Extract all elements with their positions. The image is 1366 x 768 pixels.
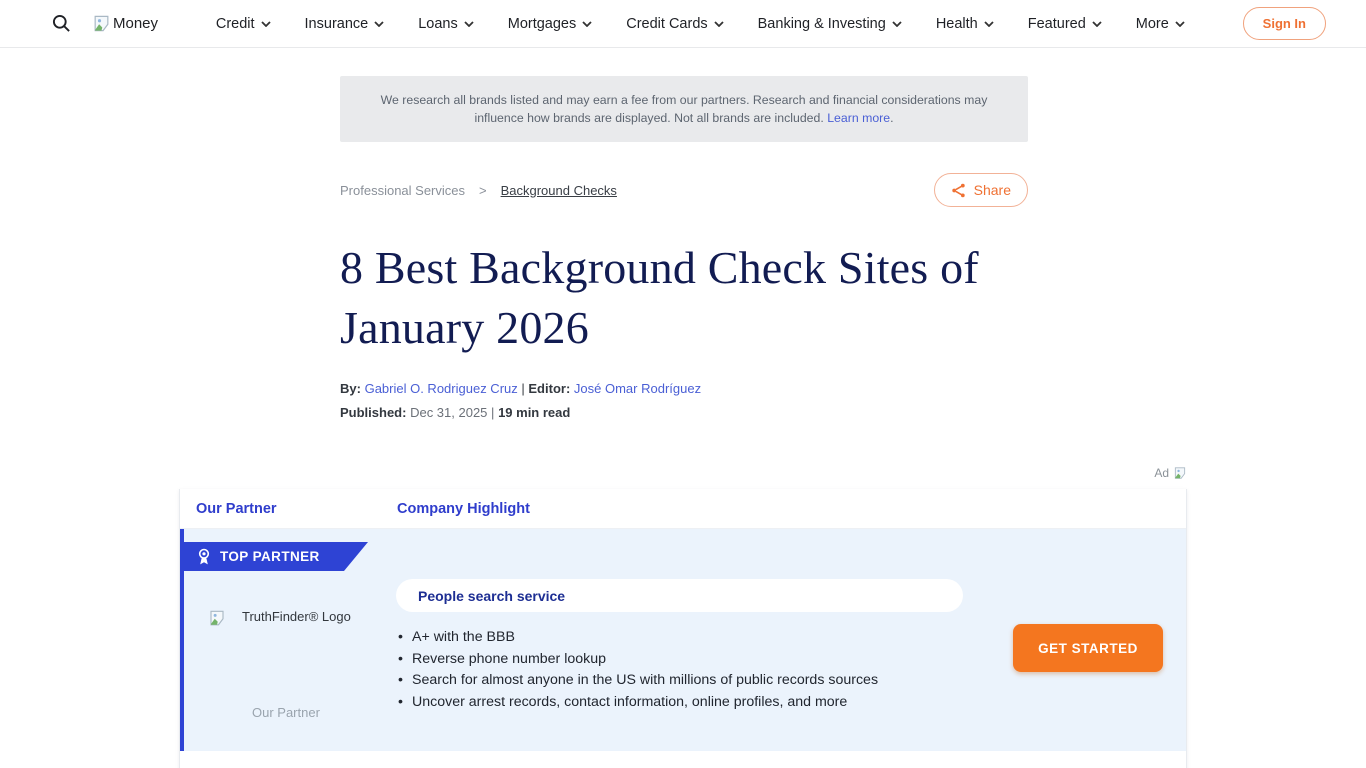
primary-nav: Credit Insurance Loans Mortgages Credit … bbox=[158, 16, 1243, 32]
nav-item-insurance[interactable]: Insurance bbox=[305, 16, 385, 32]
chevron-down-icon bbox=[1175, 21, 1185, 27]
broken-image-icon bbox=[1173, 466, 1187, 480]
partner-logo[interactable]: TruthFinder® Logo bbox=[208, 609, 351, 627]
nav-label: Insurance bbox=[305, 16, 369, 32]
editor-link[interactable]: José Omar Rodríguez bbox=[574, 381, 701, 396]
chevron-down-icon bbox=[374, 21, 384, 27]
breadcrumb-row: Professional Services > Background Check… bbox=[340, 172, 1028, 208]
nav-label: More bbox=[1136, 16, 1169, 32]
nav-label: Loans bbox=[418, 16, 458, 32]
sign-in-button[interactable]: Sign In bbox=[1243, 7, 1326, 40]
published-line: Published: Dec 31, 2025 | 19 min read bbox=[340, 404, 1028, 422]
nav-label: Credit bbox=[216, 16, 255, 32]
search-icon[interactable] bbox=[50, 13, 72, 35]
chevron-down-icon bbox=[714, 21, 724, 27]
published-label: Published: bbox=[340, 405, 406, 420]
read-time: 19 min read bbox=[498, 405, 570, 420]
breadcrumb-professional-services[interactable]: Professional Services bbox=[340, 183, 465, 198]
nav-item-more[interactable]: More bbox=[1136, 16, 1185, 32]
nav-label: Health bbox=[936, 16, 978, 32]
nav-item-mortgages[interactable]: Mortgages bbox=[508, 16, 593, 32]
partner-table-header: Our Partner Company Highlight bbox=[180, 489, 1186, 529]
medal-icon bbox=[197, 548, 211, 566]
chevron-down-icon bbox=[984, 21, 994, 27]
published-divider: | bbox=[491, 405, 494, 420]
site-logo[interactable]: Money bbox=[92, 14, 158, 33]
by-label: By: bbox=[340, 381, 361, 396]
next-partner-row-partial bbox=[180, 751, 1186, 768]
nav-item-credit[interactable]: Credit bbox=[216, 16, 271, 32]
disclosure-text: We research all brands listed and may ea… bbox=[381, 93, 988, 125]
article-column: We research all brands listed and may ea… bbox=[340, 76, 1028, 422]
ad-label-row: Ad bbox=[179, 464, 1187, 481]
chevron-down-icon bbox=[464, 21, 474, 27]
page-title: 8 Best Background Check Sites of January… bbox=[340, 238, 1028, 358]
top-partner-badge: TOP PARTNER bbox=[180, 542, 368, 571]
chevron-down-icon bbox=[892, 21, 902, 27]
nav-label: Featured bbox=[1028, 16, 1086, 32]
top-partner-label: TOP PARTNER bbox=[220, 549, 320, 564]
top-partner-row: TOP PARTNER TruthFinder® Logo Our Partne… bbox=[180, 529, 1186, 751]
share-icon bbox=[951, 183, 966, 198]
share-button[interactable]: Share bbox=[934, 173, 1028, 207]
learn-more-link[interactable]: Learn more bbox=[827, 111, 890, 125]
logo-alt-text: Money bbox=[113, 15, 158, 32]
breadcrumb: Professional Services > Background Check… bbox=[340, 183, 617, 198]
ad-label: Ad bbox=[1154, 466, 1169, 480]
highlight-bullet: A+ with the BBB bbox=[396, 627, 996, 649]
highlight-bullet: Search for almost anyone in the US with … bbox=[396, 670, 996, 692]
nav-label: Mortgages bbox=[508, 16, 577, 32]
highlight-bullet-list: A+ with the BBB Reverse phone number loo… bbox=[396, 627, 996, 713]
share-label: Share bbox=[974, 182, 1011, 198]
nav-item-health[interactable]: Health bbox=[936, 16, 994, 32]
nav-item-featured[interactable]: Featured bbox=[1028, 16, 1102, 32]
column-header-company-highlight: Company Highlight bbox=[397, 501, 530, 517]
broken-image-icon bbox=[92, 14, 111, 33]
breadcrumb-background-checks[interactable]: Background Checks bbox=[501, 183, 617, 198]
get-started-button[interactable]: GET STARTED bbox=[1013, 624, 1163, 672]
chevron-down-icon bbox=[1092, 21, 1102, 27]
top-navigation-bar: Money Credit Insurance Loans Mortgages C… bbox=[0, 0, 1366, 48]
advertiser-disclosure: We research all brands listed and may ea… bbox=[340, 76, 1028, 142]
page: Money Credit Insurance Loans Mortgages C… bbox=[0, 0, 1366, 768]
editor-label: Editor: bbox=[528, 381, 570, 396]
nav-item-banking-investing[interactable]: Banking & Investing bbox=[758, 16, 902, 32]
published-date: Dec 31, 2025 bbox=[410, 405, 487, 420]
magnifier-glyph bbox=[52, 14, 71, 33]
nav-item-loans[interactable]: Loans bbox=[418, 16, 474, 32]
partner-comparison-card: Our Partner Company Highlight TOP PARTNE… bbox=[179, 489, 1187, 768]
broken-image-icon bbox=[208, 609, 226, 627]
content-wrapper: We research all brands listed and may ea… bbox=[179, 76, 1187, 768]
nav-label: Credit Cards bbox=[626, 16, 707, 32]
highlight-bullet: Uncover arrest records, contact informat… bbox=[396, 692, 996, 714]
partner-logo-alt-text: TruthFinder® Logo bbox=[242, 609, 351, 624]
nav-label: Banking & Investing bbox=[758, 16, 886, 32]
chevron-down-icon bbox=[261, 21, 271, 27]
breadcrumb-separator: > bbox=[479, 183, 487, 198]
highlight-bullet: Reverse phone number lookup bbox=[396, 649, 996, 671]
chevron-down-icon bbox=[582, 21, 592, 27]
byline: By: Gabriel O. Rodriguez Cruz | Editor: … bbox=[340, 380, 1028, 398]
column-header-our-partner: Our Partner bbox=[180, 501, 397, 517]
disclosure-suffix: . bbox=[890, 111, 893, 125]
byline-divider: | bbox=[521, 381, 524, 396]
company-highlight-pill: People search service bbox=[396, 579, 963, 612]
our-partner-caption: Our Partner bbox=[252, 705, 320, 720]
nav-item-credit-cards[interactable]: Credit Cards bbox=[626, 16, 723, 32]
author-link[interactable]: Gabriel O. Rodriguez Cruz bbox=[365, 381, 518, 396]
